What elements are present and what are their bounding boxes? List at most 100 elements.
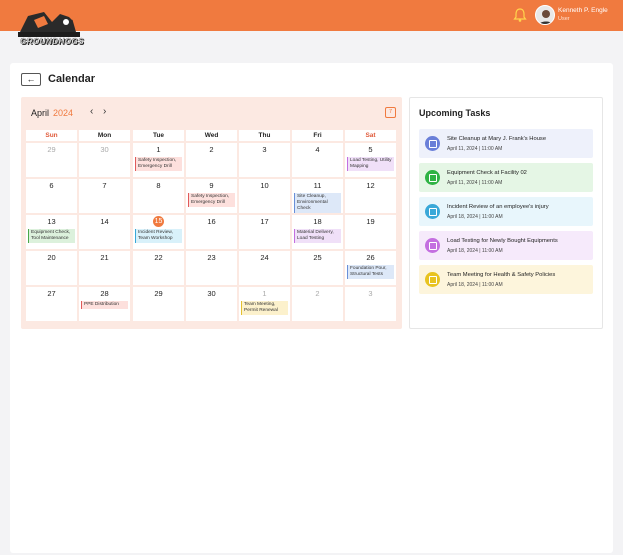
task-calendar-icon — [425, 238, 440, 253]
calendar-event[interactable]: Load Testing, Utility Mapping — [347, 157, 394, 171]
calendar-day-cell[interactable]: 1 Team Meeting, Permit Renewal — [239, 287, 290, 321]
calendar-day-cell[interactable]: 7 — [79, 179, 130, 213]
calendar-event[interactable]: Safety Inspection, Emergency Drill — [135, 157, 182, 171]
calendar-day-cell[interactable]: 22 — [133, 251, 184, 285]
calendar-day-cell[interactable]: 26 Foundation Pour, Structural Tests — [345, 251, 396, 285]
date-number: 29 — [154, 289, 163, 298]
date-number: 12 — [366, 181, 375, 190]
weekday-sat: Sat — [345, 130, 396, 141]
task-calendar-icon — [425, 170, 440, 185]
calendar-event[interactable]: PPE Distribution — [81, 301, 128, 309]
date-number: 16 — [207, 217, 216, 226]
calendar-day-cell[interactable]: 30 — [79, 143, 130, 177]
excavator-icon — [18, 6, 80, 37]
task-date: April 18, 2024 | 11:00 AM — [447, 214, 503, 220]
calendar-day-cell[interactable]: 2 — [292, 287, 343, 321]
calendar-day-cell[interactable]: 21 — [79, 251, 130, 285]
calendar-day-cell[interactable]: 23 — [186, 251, 237, 285]
date-number: 19 — [366, 217, 375, 226]
date-number: 3 — [368, 289, 373, 298]
calendar-day-cell[interactable]: 3 — [345, 287, 396, 321]
calendar-day-cell[interactable]: 30 — [186, 287, 237, 321]
date-number: 30 — [100, 145, 109, 154]
calendar-event[interactable]: Team Meeting, Permit Renewal — [241, 301, 288, 315]
calendar-year: 2024 — [53, 108, 74, 118]
calendar-event[interactable]: Foundation Pour, Structural Tests — [347, 265, 394, 279]
task-title: Equipment Check at Facility 02 — [447, 170, 527, 176]
task-card[interactable]: Site Cleanup at Mary J. Frank's House Apr… — [419, 129, 593, 158]
previous-month-button[interactable]: ‹ — [90, 106, 93, 117]
calendar-day-cell[interactable]: 6 — [26, 179, 77, 213]
logo-text: GROUNDHOGS — [20, 37, 85, 46]
task-date: April 11, 2024 | 11:00 AM — [447, 180, 503, 186]
calendar-day-cell[interactable]: 1 Safety Inspection, Emergency Drill — [133, 143, 184, 177]
calendar-event[interactable]: Material Delivery, Load Testing — [294, 229, 341, 243]
date-number: 29 — [47, 145, 56, 154]
notification-bell-icon[interactable] — [512, 7, 528, 23]
user-name: Kenneth P. Engle — [558, 7, 608, 14]
date-number: 25 — [313, 253, 322, 262]
upcoming-tasks-title: Upcoming Tasks — [419, 108, 491, 118]
calendar-day-cell[interactable]: 16 — [186, 215, 237, 249]
calendar-day-cell[interactable]: 14 — [79, 215, 130, 249]
date-number: 10 — [260, 181, 269, 190]
calendar-event[interactable]: Incident Review, Team Workshop — [135, 229, 182, 243]
calendar-day-cell[interactable]: 5 Load Testing, Utility Mapping — [345, 143, 396, 177]
date-number: 26 — [366, 253, 375, 262]
calendar-day-cell[interactable]: 25 — [292, 251, 343, 285]
calendar-day-cell[interactable]: 29 — [133, 287, 184, 321]
calendar-day-cell[interactable]: 24 — [239, 251, 290, 285]
date-number: 14 — [100, 217, 109, 226]
page-title: Calendar — [48, 73, 96, 85]
calendar-event[interactable]: Equipment Check, Tool Maintenance — [28, 229, 75, 243]
task-date: April 18, 2024 | 11:00 AM — [447, 282, 503, 288]
task-title: Team Meeting for Health & Safety Policie… — [447, 272, 556, 278]
task-calendar-icon — [425, 136, 440, 151]
date-number: 2 — [209, 145, 214, 154]
date-number: 11 — [313, 181, 322, 190]
task-calendar-icon — [425, 272, 440, 287]
calendar-day-cell[interactable]: 28 PPE Distribution — [79, 287, 130, 321]
calendar-event[interactable]: Safety Inspection, Emergency Drill — [188, 193, 235, 207]
date-number: 24 — [260, 253, 269, 262]
next-month-button[interactable]: › — [103, 106, 106, 117]
calendar-icon[interactable]: 7 — [385, 107, 396, 118]
task-date: April 18, 2024 | 11:00 AM — [447, 248, 503, 254]
calendar-day-cell[interactable]: 2 — [186, 143, 237, 177]
back-button[interactable]: ← — [21, 73, 41, 86]
calendar-day-cell[interactable]: 3 — [239, 143, 290, 177]
calendar-day-cell[interactable]: 13 Equipment Check, Tool Maintenance — [26, 215, 77, 249]
calendar-day-cell[interactable]: 9 Safety Inspection, Emergency Drill — [186, 179, 237, 213]
calendar-day-cell[interactable]: 20 — [26, 251, 77, 285]
weekday-wed: Wed — [186, 130, 237, 141]
weekday-fri: Fri — [292, 130, 343, 141]
weekday-mon: Mon — [79, 130, 130, 141]
date-number: 5 — [368, 145, 373, 154]
calendar-month: April — [31, 108, 50, 118]
calendar-day-cell[interactable]: 17 — [239, 215, 290, 249]
calendar-day-cell[interactable]: 11 Site Cleanup, Environmental Check — [292, 179, 343, 213]
calendar-day-cell[interactable]: 10 — [239, 179, 290, 213]
task-card[interactable]: Team Meeting for Health & Safety Policie… — [419, 265, 593, 294]
date-number: 6 — [49, 181, 54, 190]
user-role: User — [558, 16, 570, 22]
task-card[interactable]: Incident Review of an employee's injury A… — [419, 197, 593, 226]
calendar-day-cell[interactable]: 27 — [26, 287, 77, 321]
date-number: 30 — [207, 289, 216, 298]
calendar-day-cell[interactable]: 12 — [345, 179, 396, 213]
task-calendar-icon — [425, 204, 440, 219]
task-title: Load Testing for Newly Bought Equipments — [447, 238, 558, 244]
calendar-event[interactable]: Site Cleanup, Environmental Check — [294, 193, 341, 213]
calendar-day-cell[interactable]: 19 — [345, 215, 396, 249]
calendar-day-cell[interactable]: 4 — [292, 143, 343, 177]
avatar[interactable] — [535, 5, 555, 25]
date-number: 4 — [315, 145, 320, 154]
groundhogs-logo[interactable]: GROUNDHOGS — [14, 2, 90, 52]
task-card[interactable]: Load Testing for Newly Bought Equipments… — [419, 231, 593, 260]
calendar-day-cell[interactable]: 18 Material Delivery, Load Testing — [292, 215, 343, 249]
calendar-day-cell[interactable]: 8 — [133, 179, 184, 213]
calendar-day-cell[interactable]: 15 Incident Review, Team Workshop — [133, 215, 184, 249]
task-card[interactable]: Equipment Check at Facility 02 April 11, … — [419, 163, 593, 192]
weekday-tue: Tue — [133, 130, 184, 141]
calendar-day-cell[interactable]: 29 — [26, 143, 77, 177]
